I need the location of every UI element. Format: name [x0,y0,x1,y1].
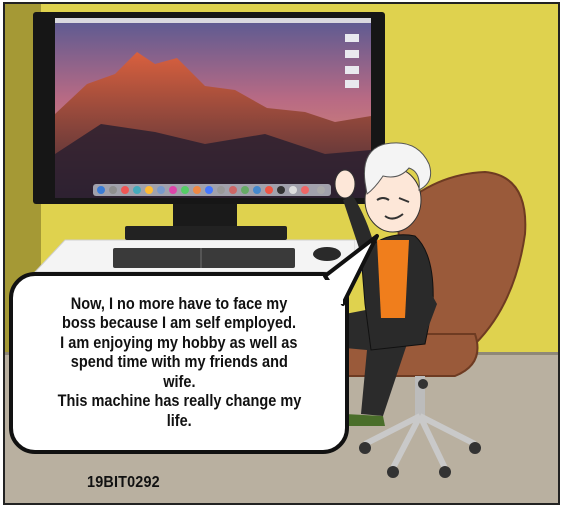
speech-line: wife. [162,372,196,391]
monitor [33,12,385,240]
speech-line: Now, I no more have to face my [70,294,288,313]
mouse [313,247,341,261]
speech-line: spend time with my friends and [70,353,288,372]
comic-panel: Now, I no more have to face my boss beca… [3,2,560,505]
dock [93,184,331,196]
author-id: 19BIT0292 [87,474,160,491]
speech-bubble: Now, I no more have to face my boss beca… [9,272,349,454]
menu-bar [55,18,371,23]
speech-line: boss because I am self employed. [61,314,297,333]
monitor-base [125,226,287,240]
speech-line: This machine has really change my [57,392,301,411]
keyboard [113,248,295,268]
speech-line: life. [166,411,192,430]
monitor-stand [173,204,237,228]
speech-line: I am enjoying my hobby as well as [60,333,298,352]
